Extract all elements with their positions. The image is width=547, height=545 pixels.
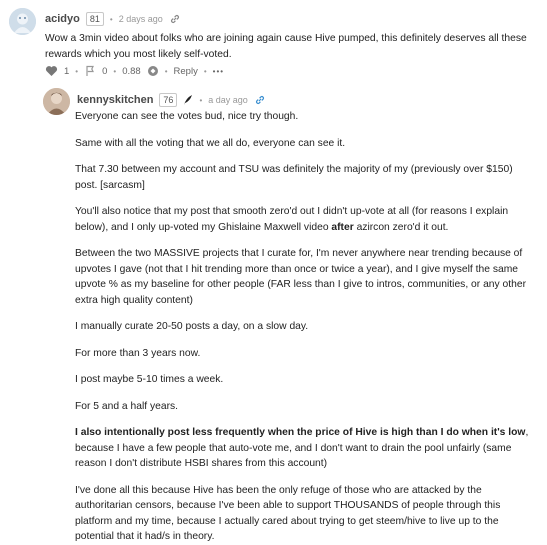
author-name[interactable]: acidyo — [45, 13, 80, 25]
avatar-acidyo-icon — [9, 8, 36, 35]
paragraph: I've done all this because Hive has been… — [75, 484, 501, 543]
paragraph: That 7.30 between my account and TSU was… — [75, 164, 513, 191]
avatar[interactable] — [43, 88, 70, 115]
link-icon[interactable] — [254, 94, 266, 106]
feather-icon — [184, 95, 193, 105]
separator-dot: • — [109, 14, 113, 24]
paragraph-text: azircon zero'd it out. — [353, 221, 449, 233]
paragraph: Everyone can see the votes bud, nice try… — [75, 111, 299, 122]
link-icon[interactable] — [169, 13, 181, 25]
paragraph: I also intentionally post less frequentl… — [75, 425, 537, 472]
paragraph: Same with all the voting that we all do,… — [75, 137, 346, 149]
separator-dot: • — [199, 95, 203, 105]
flag-icon[interactable] — [84, 65, 96, 77]
paragraph: You'll also notice that my post that smo… — [75, 204, 537, 235]
comment-actions: 1 • 0 • 0.88 • Reply • ••• — [45, 65, 224, 77]
paragraph: Between the two MASSIVE projects that I … — [75, 248, 526, 306]
reply-link[interactable]: Reply — [174, 66, 198, 77]
avatar[interactable] — [9, 8, 36, 35]
paragraph: I manually curate 20-50 posts a day, on … — [75, 321, 309, 332]
bold-text: I also intentionally post less frequentl… — [75, 427, 526, 438]
reputation-badge: 81 — [85, 12, 104, 26]
comment-header: acidyo 81 • 2 days ago — [45, 12, 181, 26]
comment-header: kennyskitchen 76 • a day ago — [77, 93, 266, 107]
separator-dot: • — [113, 66, 117, 76]
timestamp[interactable]: 2 days ago — [119, 14, 163, 24]
paragraph: I post maybe 5-10 times a week. — [75, 374, 224, 385]
heart-icon[interactable] — [45, 65, 58, 77]
payout-value[interactable]: 0.88 — [122, 66, 141, 77]
avatar-kennyskitchen-icon — [43, 88, 70, 115]
coin-icon — [147, 66, 158, 76]
separator-dot: • — [75, 66, 79, 76]
downvote-count: 0 — [102, 65, 108, 77]
reputation-badge: 76 — [159, 93, 178, 107]
upvote-count: 1 — [64, 65, 70, 77]
paragraph: For 5 and a half years. — [75, 400, 179, 412]
author-name[interactable]: kennyskitchen — [77, 94, 153, 106]
comment-body: Everyone can see the votes bud, nice try… — [75, 109, 537, 545]
bold-text: after — [331, 221, 354, 233]
comment-body: Wow a 3min video about folks who are joi… — [45, 33, 527, 60]
timestamp[interactable]: a day ago — [208, 95, 248, 105]
more-menu-button[interactable]: ••• — [213, 67, 224, 76]
paragraph: For more than 3 years now. — [75, 347, 201, 359]
separator-dot: • — [203, 66, 207, 76]
separator-dot: • — [164, 66, 168, 76]
